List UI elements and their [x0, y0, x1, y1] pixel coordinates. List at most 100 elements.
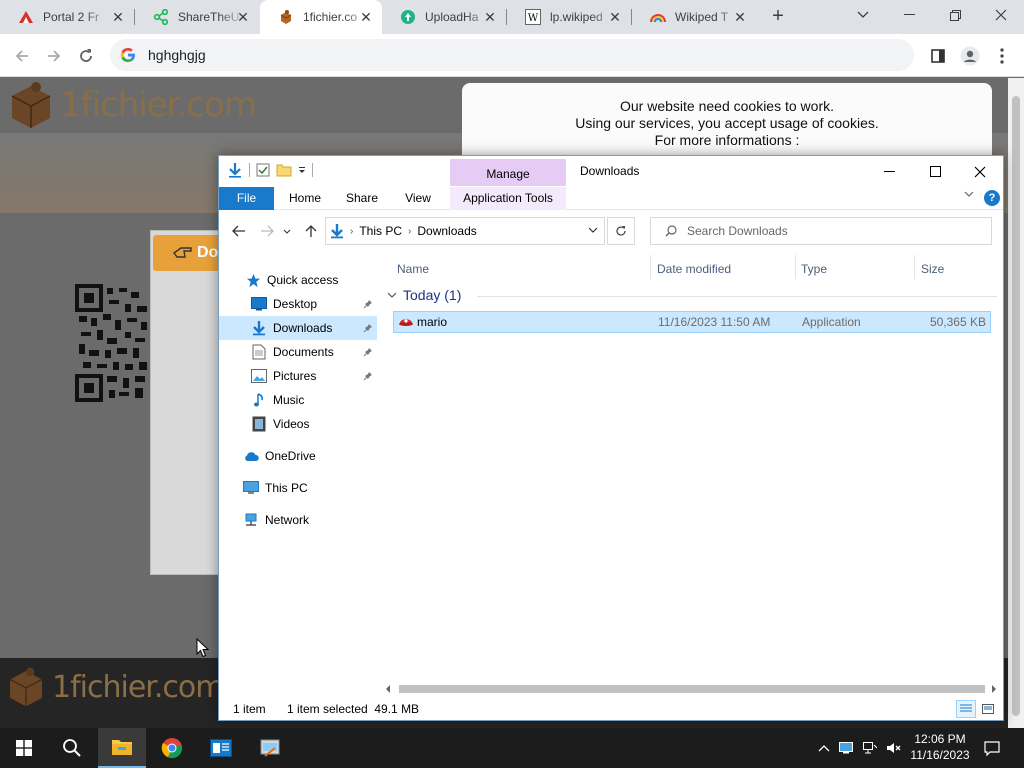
- scrollbar-thumb[interactable]: [399, 685, 985, 693]
- reload-button[interactable]: [72, 42, 100, 70]
- restore-button[interactable]: [932, 0, 978, 30]
- close-window-button[interactable]: [978, 0, 1024, 30]
- column-header-name[interactable]: Name: [397, 257, 429, 281]
- column-separator[interactable]: [914, 255, 915, 279]
- close-tab-icon[interactable]: ✕: [110, 9, 126, 25]
- explorer-maximize-button[interactable]: [912, 156, 958, 187]
- explorer-minimize-button[interactable]: [866, 156, 912, 187]
- qa-dropdown-icon[interactable]: [298, 166, 306, 174]
- search-input[interactable]: Search Downloads: [650, 217, 992, 245]
- forward-button[interactable]: [40, 42, 68, 70]
- collapse-group-icon[interactable]: [387, 292, 397, 298]
- properties-icon[interactable]: [256, 163, 270, 177]
- nav-item-network[interactable]: Network: [219, 508, 377, 532]
- column-separator[interactable]: [795, 255, 796, 279]
- site-logo[interactable]: 1fichier.com: [8, 80, 257, 130]
- chrome-menu-icon[interactable]: [988, 42, 1016, 70]
- scroll-right-icon[interactable]: [991, 684, 997, 694]
- pin-icon[interactable]: [363, 371, 373, 381]
- tab-1fichier[interactable]: 1fichier.co ✕: [260, 0, 382, 34]
- taskbar-clock[interactable]: 12:06 PM 11/16/2023: [900, 731, 980, 763]
- app-tool-icon: [260, 739, 280, 757]
- tab-sharetheurl[interactable]: ShareTheU ✕: [135, 0, 259, 34]
- close-tab-icon[interactable]: ✕: [235, 9, 251, 25]
- manage-contextual-tab[interactable]: Manage: [450, 159, 566, 186]
- taskbar-app-1[interactable]: [197, 728, 245, 768]
- back-button[interactable]: [8, 42, 36, 70]
- explorer-close-button[interactable]: [957, 156, 1003, 187]
- close-tab-icon[interactable]: ✕: [358, 9, 374, 25]
- minimize-button[interactable]: [886, 0, 932, 30]
- taskbar-chrome[interactable]: [148, 728, 196, 768]
- column-header-type[interactable]: Type: [801, 257, 827, 281]
- taskbar-search-button[interactable]: [48, 728, 96, 768]
- new-tab-button[interactable]: +: [767, 5, 789, 27]
- tab-lp-wikipedia[interactable]: W lp.wikiped ✕: [507, 0, 631, 34]
- network-status-icon[interactable]: [862, 740, 878, 756]
- ribbon-tab-home[interactable]: Home: [281, 187, 329, 210]
- nav-item-downloads[interactable]: Downloads: [219, 316, 377, 340]
- group-header-today[interactable]: Today (1): [387, 287, 997, 303]
- nav-item-pictures[interactable]: Pictures: [219, 364, 377, 388]
- taskbar-file-explorer[interactable]: [98, 728, 146, 768]
- horizontal-scrollbar[interactable]: [381, 681, 1003, 697]
- explorer-title-bar[interactable]: Manage Downloads: [219, 156, 1003, 187]
- ribbon-tab-share[interactable]: Share: [337, 187, 387, 210]
- notifications-icon[interactable]: [982, 740, 1002, 756]
- column-header-size[interactable]: Size: [921, 257, 944, 281]
- up-folder-icon[interactable]: [301, 221, 321, 241]
- nav-item-music[interactable]: Music: [219, 388, 377, 412]
- pin-icon[interactable]: [363, 299, 373, 309]
- page-scrollbar[interactable]: [1008, 78, 1024, 728]
- nav-item-onedrive[interactable]: OneDrive: [219, 444, 377, 468]
- profile-avatar-icon[interactable]: [956, 42, 984, 70]
- nav-item-desktop[interactable]: Desktop: [219, 292, 377, 316]
- explorer-address-bar[interactable]: › This PC › Downloads: [325, 217, 605, 245]
- tab-search-chevron-icon[interactable]: [840, 0, 886, 30]
- breadcrumb-this-pc[interactable]: This PC: [359, 224, 402, 238]
- nav-item-quick-access[interactable]: Quick access: [219, 268, 377, 292]
- address-dropdown-icon[interactable]: [588, 227, 598, 233]
- nav-item-documents[interactable]: Documents: [219, 340, 377, 364]
- close-tab-icon[interactable]: ✕: [482, 9, 498, 25]
- tray-chevron-up-icon[interactable]: [816, 740, 832, 756]
- browser-tab-strip: Portal 2 Fr ✕ ShareTheU ✕ 1fichier.co ✕ …: [0, 0, 1024, 34]
- help-icon[interactable]: ?: [984, 190, 1000, 206]
- chevron-right-icon[interactable]: ›: [408, 226, 411, 237]
- scrollbar-thumb[interactable]: [1012, 96, 1020, 716]
- expand-ribbon-icon[interactable]: [964, 191, 974, 197]
- close-tab-icon[interactable]: ✕: [607, 9, 623, 25]
- close-tab-icon[interactable]: ✕: [732, 9, 748, 25]
- pin-icon[interactable]: [363, 347, 373, 357]
- nav-item-this-pc[interactable]: This PC: [219, 476, 377, 500]
- column-header-date-modified[interactable]: Date modified: [657, 257, 731, 281]
- file-row[interactable]: mario 11/16/2023 11:50 AM Application 50…: [393, 311, 991, 333]
- details-view-icon[interactable]: [956, 700, 976, 718]
- refresh-icon[interactable]: [607, 217, 635, 245]
- large-icons-view-icon[interactable]: [978, 700, 998, 718]
- ribbon-tab-application-tools[interactable]: Application Tools: [450, 187, 566, 210]
- side-panel-icon[interactable]: [924, 42, 952, 70]
- chevron-right-icon[interactable]: ›: [350, 226, 353, 237]
- explorer-back-icon[interactable]: [229, 221, 249, 241]
- recent-locations-icon[interactable]: [281, 221, 293, 241]
- tab-uploadhaven[interactable]: UploadHa ✕: [382, 0, 506, 34]
- start-button[interactable]: [0, 728, 48, 768]
- pin-icon[interactable]: [363, 323, 373, 333]
- scroll-left-icon[interactable]: [385, 684, 391, 694]
- ribbon-tab-file[interactable]: File: [219, 187, 274, 210]
- tab-wikipedia[interactable]: Wikiped T ✕: [632, 0, 756, 34]
- download-button[interactable]: Do: [153, 235, 223, 271]
- footer-logo[interactable]: 1fichier.com: [6, 666, 224, 708]
- taskbar-app-2[interactable]: [246, 728, 294, 768]
- explorer-forward-icon[interactable]: [257, 221, 277, 241]
- tab-portal-2[interactable]: Portal 2 Fr ✕: [0, 0, 134, 34]
- column-separator[interactable]: [650, 255, 651, 279]
- new-folder-icon[interactable]: [276, 163, 292, 177]
- tray-monitor-icon[interactable]: [838, 740, 854, 756]
- nav-item-videos[interactable]: Videos: [219, 412, 377, 436]
- address-bar[interactable]: hghghgjg: [110, 39, 914, 71]
- qa-separator: [312, 163, 313, 177]
- breadcrumb-downloads[interactable]: Downloads: [417, 224, 476, 238]
- ribbon-tab-view[interactable]: View: [395, 187, 441, 210]
